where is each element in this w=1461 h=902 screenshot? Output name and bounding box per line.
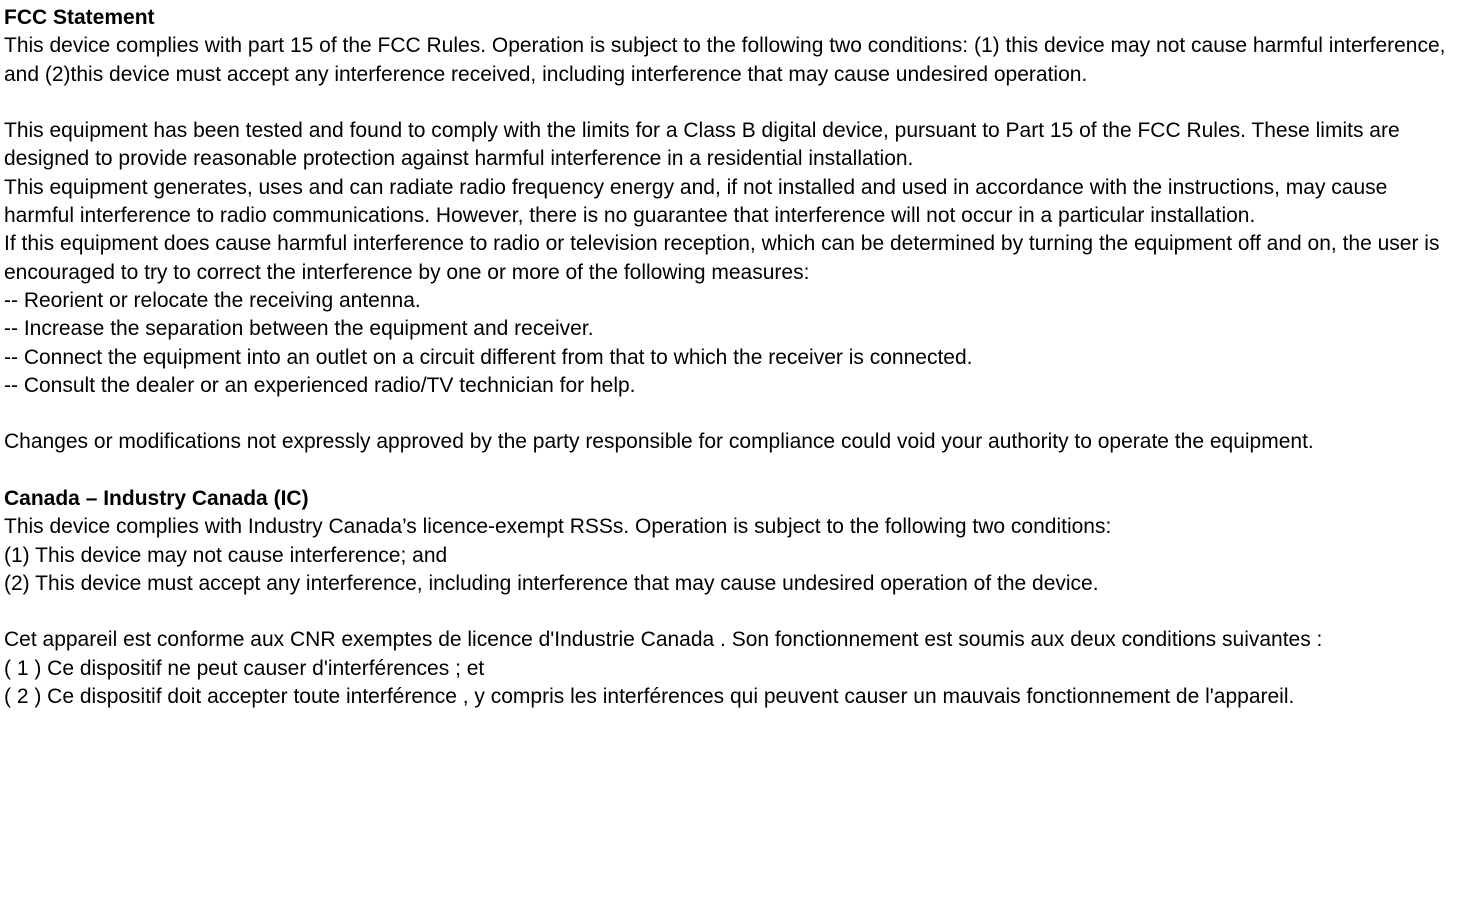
fcc-paragraph-1: This device complies with part 15 of the… <box>4 32 1457 89</box>
fcc-paragraph-2b: This equipment generates, uses and can r… <box>4 174 1457 231</box>
fcc-bullet-3: -- Connect the equipment into an outlet … <box>4 344 1457 372</box>
ic-heading: Canada – Industry Canada (IC) <box>4 485 1457 513</box>
fcc-heading: FCC Statement <box>4 4 1457 32</box>
fcc-paragraph-2c: If this equipment does cause harmful int… <box>4 230 1457 287</box>
ic-paragraph-1: This device complies with Industry Canad… <box>4 513 1457 541</box>
ic-condition-1-fr: ( 1 ) Ce dispositif ne peut causer d'int… <box>4 655 1457 683</box>
spacer <box>4 400 1457 428</box>
fcc-paragraph-3: Changes or modifications not expressly a… <box>4 428 1457 456</box>
spacer <box>4 598 1457 626</box>
fcc-bullet-4: -- Consult the dealer or an experienced … <box>4 372 1457 400</box>
fcc-bullet-1: -- Reorient or relocate the receiving an… <box>4 287 1457 315</box>
ic-condition-2-fr: ( 2 ) Ce dispositif doit accepter toute … <box>4 683 1457 711</box>
ic-condition-2: (2) This device must accept any interfer… <box>4 570 1457 598</box>
spacer <box>4 89 1457 117</box>
fcc-bullet-2: -- Increase the separation between the e… <box>4 315 1457 343</box>
spacer <box>4 457 1457 485</box>
ic-paragraph-2-fr: Cet appareil est conforme aux CNR exempt… <box>4 626 1457 654</box>
fcc-paragraph-2a: This equipment has been tested and found… <box>4 117 1457 174</box>
ic-condition-1: (1) This device may not cause interferen… <box>4 542 1457 570</box>
